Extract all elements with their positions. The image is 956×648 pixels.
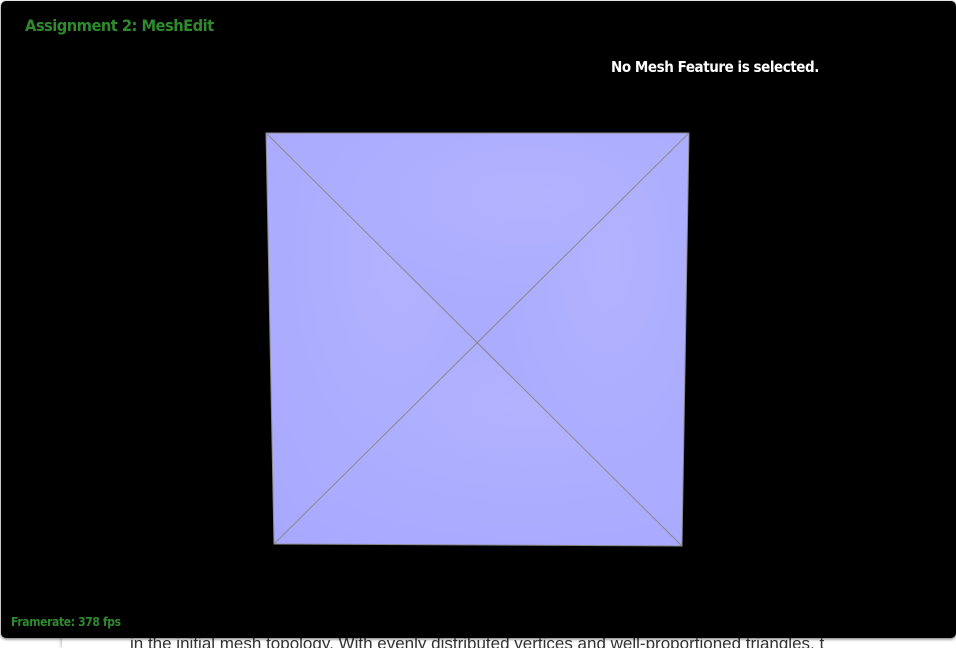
- screen: in the initial mesh topology. With evenl…: [0, 0, 956, 648]
- meshedit-viewer-window[interactable]: Assignment 2: MeshEdit No Mesh Feature i…: [1, 1, 956, 638]
- framerate-readout: Framerate: 378 fps: [11, 615, 121, 629]
- selection-status-text: No Mesh Feature is selected.: [611, 58, 819, 76]
- app-title: Assignment 2: MeshEdit: [25, 16, 214, 35]
- mesh-viewport[interactable]: [1, 1, 956, 638]
